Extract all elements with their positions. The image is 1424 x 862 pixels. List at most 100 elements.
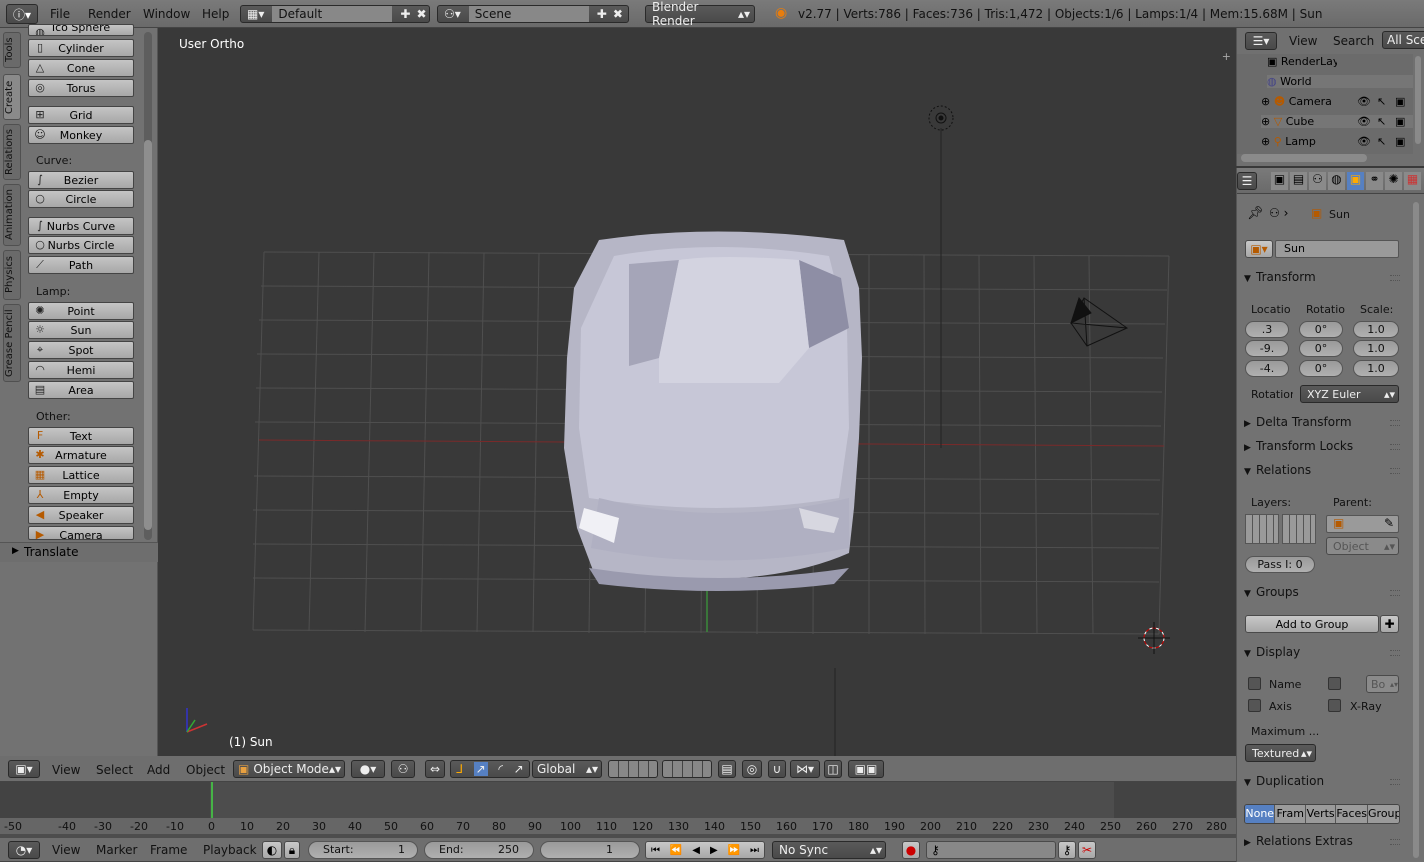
relations-extras-panel-header[interactable]: ▶ Relations Extras	[1244, 834, 1400, 854]
toggle-properties-icon[interactable]: +	[1222, 50, 1231, 63]
timeline-menu-view[interactable]: View	[52, 843, 80, 857]
drag-handle[interactable]	[1390, 444, 1400, 450]
tab-physics[interactable]: Physics	[3, 250, 21, 300]
timeline-menu-marker[interactable]: Marker	[96, 843, 137, 857]
rotate-icon[interactable]: ◜	[498, 762, 503, 776]
tool-ico-sphere[interactable]: ◍ Ico Sphere	[28, 24, 134, 36]
scene-selector[interactable]: ⚇▾ Scene ✚ ✖	[437, 5, 629, 23]
transform-locks-panel-header[interactable]: ▶ Transform Locks	[1244, 439, 1400, 459]
data-tab-icon[interactable]: ✺	[1385, 172, 1402, 190]
tool-cylinder[interactable]: ▯ Cylinder	[28, 39, 134, 57]
tool-nurbs-circle[interactable]: ○ Nurbs Circle	[28, 236, 134, 254]
visibility-icon[interactable]: 👁︎	[1357, 135, 1371, 148]
snap-element-dropdown[interactable]: ⋈▾	[790, 760, 820, 778]
tool-text[interactable]: F Text	[28, 427, 134, 445]
insert-keyframe-icon[interactable]: ⚷	[1058, 841, 1076, 859]
timeline-menu-frame[interactable]: Frame	[150, 843, 187, 857]
timeline-menu-playback[interactable]: Playback	[203, 843, 257, 857]
add-group-icon[interactable]: ✚	[1380, 615, 1399, 633]
tool-bezier[interactable]: ∫ Bezier	[28, 171, 134, 189]
context-tabs[interactable]: ▣ ▤ ⚇ ◍ ▣ ⚭ ✺ ▦	[1271, 172, 1421, 190]
translate-icon[interactable]: ⅃	[456, 762, 463, 776]
tool-monkey[interactable]: ☺ Monkey	[28, 126, 134, 144]
jump-end-icon[interactable]: ⏭	[750, 845, 759, 856]
tab-grease-pencil[interactable]: Grease Pencil	[3, 304, 21, 382]
select-icon[interactable]: ↖	[1377, 95, 1386, 108]
delete-keyframe-icon[interactable]: ✂	[1078, 841, 1096, 859]
dup-mode-none[interactable]: None	[1245, 805, 1275, 823]
xray-checkbox[interactable]	[1328, 699, 1341, 712]
delta-transform-panel-header[interactable]: ▶ Delta Transform	[1244, 415, 1400, 435]
tool-point[interactable]: ✺ Point	[28, 302, 134, 320]
outliner-menu-search[interactable]: Search	[1333, 34, 1374, 48]
relations-panel-header[interactable]: ▼ Relations	[1244, 463, 1400, 483]
timeline-area[interactable]	[0, 782, 1236, 838]
add-icon[interactable]: ✚	[597, 7, 607, 21]
visibility-icon[interactable]: 👁︎	[1357, 95, 1371, 108]
outliner-editor-type[interactable]: ☰▾	[1245, 32, 1277, 50]
orientation-dropdown[interactable]: Global ▴▾	[532, 760, 602, 778]
next-keyframe-icon[interactable]: ⏩	[728, 845, 740, 856]
translate-panel-header[interactable]: ▶ Translate	[0, 542, 158, 562]
mode-dropdown[interactable]: ▣ Object Mode ▴▾	[233, 760, 345, 778]
drag-handle[interactable]	[1390, 839, 1400, 845]
menu-window[interactable]: Window	[143, 7, 190, 21]
proportional-edit-icon[interactable]: ◎	[742, 760, 762, 778]
tool-circle[interactable]: ○ Circle	[28, 190, 134, 208]
tool-empty[interactable]: ⅄ Empty	[28, 486, 134, 504]
viewport-3d[interactable]: User Ortho (1) Sun +	[159, 28, 1235, 756]
expand-icon[interactable]: ⊕	[1261, 115, 1274, 128]
layer-buttons-2[interactable]	[662, 760, 712, 778]
add-to-group-button[interactable]: Add to Group	[1245, 615, 1379, 633]
object-datablock-icon[interactable]: ▣▾	[1245, 240, 1273, 258]
scale-z-field[interactable]: 1.0	[1353, 360, 1399, 377]
start-frame-field[interactable]: Start: 1	[308, 841, 418, 859]
outliner-hscroll[interactable]	[1241, 154, 1367, 162]
render-opengl-icon[interactable]: ▣▣	[848, 760, 884, 778]
name-checkbox[interactable]	[1248, 677, 1261, 690]
keying-set-field[interactable]: ⚷	[926, 841, 1056, 859]
select-icon[interactable]: ↖	[1377, 135, 1386, 148]
tool-armature[interactable]: ✱ Armature	[28, 446, 134, 464]
draw-type-dropdown[interactable]: Textured ▴▾	[1245, 744, 1316, 762]
outliner-item-world[interactable]: ◍ World	[1267, 75, 1413, 88]
visibility-icon[interactable]: 👁︎	[1357, 115, 1371, 128]
layers-grid-2[interactable]	[1282, 514, 1316, 544]
play-icon[interactable]: ▶	[710, 845, 718, 856]
menu-render[interactable]: Render	[88, 7, 131, 21]
tool-area[interactable]: ▤ Area	[28, 381, 134, 399]
info-editor-button[interactable]: ⓘ▾	[6, 4, 38, 24]
add-icon[interactable]: ✚	[400, 7, 410, 21]
pivot-dropdown[interactable]: ⚇	[391, 760, 415, 778]
bounds-checkbox[interactable]	[1328, 677, 1341, 690]
groups-panel-header[interactable]: ▼ Groups	[1244, 585, 1400, 605]
parent-field[interactable]: ▣ ✎	[1326, 515, 1399, 533]
scale-y-field[interactable]: 1.0	[1353, 340, 1399, 357]
duplication-mode-selector[interactable]: None Fram Verts Faces Group	[1244, 804, 1400, 824]
scrollbar-thumb[interactable]	[144, 140, 152, 530]
drag-handle[interactable]	[1390, 590, 1400, 596]
timeline-playhead[interactable]	[211, 782, 213, 818]
outliner-item-lamp[interactable]: ⊕ ⚲ Lamp 👁︎ ↖ ▣	[1261, 135, 1413, 148]
render-preview-icon[interactable]: ◫	[824, 760, 842, 778]
dup-mode-frames[interactable]: Fram	[1274, 805, 1305, 823]
transform-panel-header[interactable]: ▼ Transform	[1244, 270, 1400, 290]
lock-icon[interactable]: 🔒︎	[284, 841, 300, 859]
layer-buttons-1[interactable]	[608, 760, 658, 778]
dup-mode-verts[interactable]: Verts	[1304, 805, 1336, 823]
tool-camera[interactable]: ▶ Camera	[28, 526, 134, 540]
dup-mode-faces[interactable]: Faces	[1335, 805, 1368, 823]
menu-help[interactable]: Help	[202, 7, 229, 21]
tool-shelf-scrollbar[interactable]	[144, 32, 152, 540]
timeline-editor-type[interactable]: ◔▾	[8, 841, 40, 859]
rotation-z-field[interactable]: 0°	[1299, 360, 1343, 377]
editor-type-button[interactable]: ▣▾	[8, 760, 40, 778]
tool-grid[interactable]: ⊞ Grid	[28, 106, 134, 124]
axis-checkbox[interactable]	[1248, 699, 1261, 712]
render-tab-icon[interactable]: ▣	[1271, 172, 1288, 190]
tab-animation[interactable]: Animation	[3, 184, 21, 246]
properties-vscroll[interactable]	[1413, 202, 1419, 858]
outliner-item-cube[interactable]: ⊕ ▽ Cube 👁︎ ↖ ▣	[1261, 115, 1413, 128]
current-frame-field[interactable]: 1	[540, 841, 640, 859]
outliner-display-mode[interactable]: All Scenes	[1382, 31, 1424, 49]
